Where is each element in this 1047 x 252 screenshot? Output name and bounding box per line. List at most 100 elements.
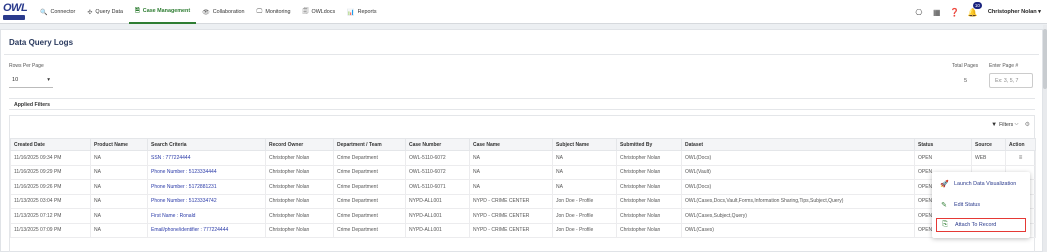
page-title: Data Query Logs (9, 38, 74, 47)
notification-bell-icon[interactable]: 🔔 10 (964, 0, 982, 24)
search-criteria-link[interactable]: Phone Number : 5172881231 (147, 179, 266, 195)
table-cell: OWL(Vault) (681, 164, 915, 180)
column-header[interactable]: Created Date (10, 138, 91, 151)
attach-icon: ⎘ (942, 221, 948, 228)
table-row[interactable]: 11/13/2025 07:09 PM NA Email/phone/identif… (10, 222, 1036, 238)
total-pages-label: Total Pages (952, 63, 979, 69)
column-header[interactable]: Product Name (90, 138, 148, 151)
table-cell: Christopher Nolan (265, 179, 334, 195)
row-action-menu: 🚀 Launch Data Visualization ✎ Edit Status ⎘ A… (932, 172, 1030, 238)
nav-item-monitoring[interactable]: 🖵 Monitoring (251, 0, 297, 24)
menu-item-label: Attach To Record (955, 222, 997, 228)
nav-item-label: Connector (50, 9, 76, 15)
table-cell: Christopher Nolan (616, 150, 682, 166)
table-row[interactable]: 11/16/2025 09:26 PM NA Phone Number : 5172… (10, 179, 1036, 195)
nav-item-label: Query Data (95, 9, 123, 15)
table-cell: Christopher Nolan (616, 208, 682, 224)
top-navigation-bar: OWL 🔍 Connector ✣ Query Data 🗎 Case Managemen… (0, 0, 1047, 24)
column-header[interactable]: Case Number (405, 138, 470, 151)
table-cell: 11/16/2025 09:34 PM (10, 150, 91, 166)
nav-item-label: Reports (357, 9, 377, 15)
applied-filters-bar: Applied Filters (9, 98, 1035, 110)
data-query-logs-table: ▼ Filters ⌵ ⚙ Created Date Product Name Se… (9, 115, 1036, 252)
menu-item-attach-to-record[interactable]: ⎘ Attach To Record (936, 218, 1026, 232)
column-header[interactable]: Status (914, 138, 972, 151)
column-header[interactable]: Submitted By (616, 138, 682, 151)
column-header[interactable]: Search Criteria (147, 138, 266, 151)
nav-item-collaboration[interactable]: 👁 Collaboration (196, 0, 250, 24)
document-icon: 🗎 (134, 8, 140, 14)
table-cell: Christopher Nolan (616, 222, 682, 238)
filters-label: Filters (999, 121, 1014, 128)
nav-item-connector[interactable]: 🔍 Connector (34, 0, 81, 24)
table-cell: NA (90, 150, 148, 166)
search-criteria-link[interactable]: Phone Number : 5123334444 (147, 164, 266, 180)
divider (4, 54, 1039, 55)
total-pages-value: 5 (964, 78, 968, 84)
calendar-icon[interactable]: ▦ (928, 0, 946, 24)
cross-arrows-icon: ✣ (87, 9, 93, 16)
search-criteria-link[interactable]: SSN : 777224444 (147, 150, 266, 166)
column-header[interactable]: Record Owner (265, 138, 334, 151)
menu-item-launch-data-visualization[interactable]: 🚀 Launch Data Visualization (936, 177, 1026, 191)
user-menu[interactable]: Christopher Nolan ▾ (982, 9, 1047, 15)
table-cell: OWL(Cases) (681, 222, 915, 238)
table-cell: NA (90, 222, 148, 238)
table-cell: 11/13/2025 07:09 PM (10, 222, 91, 238)
search-icon: 🔍 (40, 9, 48, 16)
table-cell: NA (552, 150, 617, 166)
nav-item-case-management[interactable]: 🗎 Case Management (128, 0, 197, 24)
table-row[interactable]: 11/16/2025 09:29 PM NA Phone Number : 5123… (10, 164, 1036, 180)
table-cell: NA (552, 164, 617, 180)
enter-page-input[interactable]: Ex: 3, 5, 7 (989, 73, 1033, 88)
menu-item-label: Launch Data Visualization (954, 181, 1017, 187)
nav-item-query-data[interactable]: ✣ Query Data (81, 0, 129, 24)
table-cell: NA (90, 193, 148, 209)
table-cell: WEB (971, 150, 1006, 166)
table-cell: NA (469, 179, 553, 195)
nav-item-label: OWLdocs (311, 9, 336, 15)
table-cell: Crime Department (333, 164, 406, 180)
table-row[interactable]: 11/13/2025 07:12 PM NA First Name : Ronald… (10, 208, 1036, 224)
table-cell: Christopher Nolan (265, 164, 334, 180)
row-action-menu-icon[interactable]: ≡ (1005, 150, 1036, 166)
table-header-row: Created Date Product Name Search Criteria R… (10, 138, 1036, 151)
column-header[interactable]: Action (1005, 138, 1036, 151)
column-header[interactable]: Case Name (469, 138, 553, 151)
table-cell: OWL(Docs) (681, 179, 915, 195)
table-cell: 11/13/2025 07:12 PM (10, 208, 91, 224)
menu-item-edit-status[interactable]: ✎ Edit Status (936, 198, 1026, 212)
table-cell: NYPD-ALL001 (405, 222, 470, 238)
owl-logo[interactable]: OWL (3, 3, 28, 21)
table-cell: OWL(Docs) (681, 150, 915, 166)
table-cell: Christopher Nolan (616, 193, 682, 209)
column-header[interactable]: Subject Name (552, 138, 617, 151)
column-header[interactable]: Dataset (681, 138, 915, 151)
table-cell: NA (469, 150, 553, 166)
table-cell: OPEN (914, 150, 972, 166)
table-body: 11/16/2025 09:34 PM NA SSN : 777224444 Chri… (10, 150, 1036, 238)
table-cell: Christopher Nolan (265, 208, 334, 224)
search-criteria-link[interactable]: First Name : Ronald (147, 208, 266, 224)
column-header[interactable]: Department / Team (333, 138, 406, 151)
edit-status-icon: ✎ (941, 202, 947, 209)
page-scrollbar[interactable] (1043, 25, 1047, 252)
column-header[interactable]: Source (971, 138, 1006, 151)
table-cell: NA (90, 164, 148, 180)
search-criteria-link[interactable]: Phone Number : 5123334742 (147, 193, 266, 209)
nav-item-reports[interactable]: 📊 Reports (341, 0, 382, 24)
table-row[interactable]: 11/16/2025 09:34 PM NA SSN : 777224444 Chri… (10, 150, 1036, 166)
camera-icon[interactable]: ⎔ (910, 0, 928, 24)
rows-per-page-select[interactable]: 10 ▾ (9, 72, 53, 88)
table-cell: Crime Department (333, 222, 406, 238)
table-cell: Crime Department (333, 208, 406, 224)
nav-item-owldocs[interactable]: 🗐 OWLdocs (297, 0, 342, 24)
filters-button[interactable]: ▼ Filters ⌵ ⚙ (991, 121, 1030, 128)
table-row[interactable]: 11/13/2025 03:04 PM NA Phone Number : 5123… (10, 193, 1036, 209)
chevron-down-icon: ⌵ (1013, 121, 1019, 127)
search-criteria-link[interactable]: Email/phone/identifier : 777224444 (147, 222, 266, 238)
table-cell: 11/13/2025 03:04 PM (10, 193, 91, 209)
table-cell: NYPD - CRIME CENTER (469, 222, 553, 238)
help-icon[interactable]: ❓ (946, 0, 964, 24)
gear-icon[interactable]: ⚙ (1025, 121, 1030, 128)
